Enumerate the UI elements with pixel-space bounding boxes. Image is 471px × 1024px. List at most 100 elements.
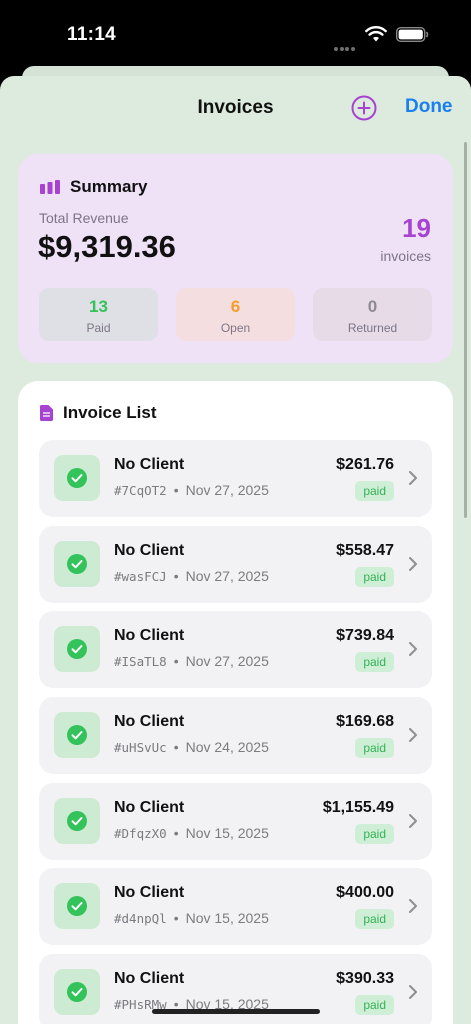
invoice-list-card: Invoice List No Client #7CqOT2 • Nov 27, 2… [18,381,453,1024]
stat-open: 6 Open [176,288,295,341]
invoice-amount: $400.00 [336,884,394,901]
invoice-id: #uHSvUc [114,740,167,755]
chevron-right-icon [409,814,417,828]
invoice-row[interactable]: No Client #ISaTL8 • Nov 27, 2025 $739.84 p… [39,611,432,688]
invoice-date: Nov 27, 2025 [185,568,269,584]
invoice-count-label: invoices [380,248,431,264]
invoice-meta: #uHSvUc • Nov 24, 2025 [114,739,269,755]
chevron-right-icon [409,728,417,742]
status-time: 11:14 [67,24,117,45]
invoice-meta: #d4npQl • Nov 15, 2025 [114,910,269,926]
invoice-meta: #7CqOT2 • Nov 27, 2025 [114,482,269,498]
checkmark-circle-icon [67,896,87,916]
invoice-id: #DfqzX0 [114,826,167,841]
cellular-signal-icon [334,38,358,51]
add-invoice-button[interactable] [351,95,377,121]
chevron-right-icon [409,642,417,656]
invoice-count: 19 [402,213,431,243]
meta-separator: • [173,825,179,841]
checkmark-circle-icon [67,982,87,1002]
invoice-client: No Client [114,884,185,901]
invoice-client: No Client [114,542,185,559]
invoice-amount: $261.76 [336,456,394,473]
invoice-row[interactable]: No Client #wasFCJ • Nov 27, 2025 $558.47 p… [39,526,432,603]
invoice-date: Nov 15, 2025 [185,910,269,926]
invoice-id: #wasFCJ [114,569,167,584]
invoice-row[interactable]: No Client #7CqOT2 • Nov 27, 2025 $261.76 p… [39,440,432,517]
invoice-id: #7CqOT2 [114,483,167,498]
checkmark-circle-icon [67,811,87,831]
invoice-date: Nov 27, 2025 [185,653,269,669]
chevron-right-icon [409,899,417,913]
status-badge: paid [355,481,394,501]
invoice-id: #ISaTL8 [114,654,167,669]
document-icon [40,405,53,421]
invoice-amount: $1,155.49 [322,799,394,816]
done-button[interactable]: Done [405,96,453,118]
invoice-date: Nov 24, 2025 [185,739,269,755]
stat-returned-value: 0 [367,297,378,316]
meta-separator: • [173,910,179,926]
status-badge: paid [355,909,394,929]
summary-title: Summary [70,177,148,196]
stat-open-label: Open [220,321,251,335]
checkmark-circle-icon [67,725,87,745]
invoice-amount: $558.47 [336,542,394,559]
total-revenue-label: Total Revenue [39,210,129,226]
meta-separator: • [173,739,179,755]
status-icon-box [54,626,100,672]
status-icon-box [54,455,100,501]
invoice-client: No Client [114,627,185,644]
status-badge: paid [355,652,394,672]
invoice-row[interactable]: No Client #d4npQl • Nov 15, 2025 $400.00 p… [39,868,432,945]
nav-title: Invoices [197,97,274,118]
summary-card: Summary Total Revenue $9,319.36 19 invoi… [18,154,453,363]
total-revenue-value: $9,319.36 [38,229,176,264]
meta-separator: • [173,482,179,498]
chevron-right-icon [409,985,417,999]
status-badge: paid [355,567,394,587]
chevron-right-icon [409,557,417,571]
invoice-amount: $739.84 [336,627,394,644]
checkmark-circle-icon [67,468,87,488]
battery-icon [396,27,429,42]
wifi-icon [365,26,387,42]
stat-paid-value: 13 [89,297,108,316]
invoice-row[interactable]: No Client #uHSvUc • Nov 24, 2025 $169.68 p… [39,697,432,774]
meta-separator: • [173,568,179,584]
invoice-client: No Client [114,456,185,473]
invoice-client: No Client [114,970,185,987]
stat-paid: 13 Paid [39,288,158,341]
invoice-meta: #DfqzX0 • Nov 15, 2025 [114,825,269,841]
invoice-date: Nov 27, 2025 [185,482,269,498]
bar-chart-icon [40,180,60,194]
status-badge: paid [355,738,394,758]
invoice-id: #d4npQl [114,911,167,926]
checkmark-circle-icon [67,554,87,574]
home-indicator[interactable] [152,1009,320,1014]
status-icon-box [54,883,100,929]
status-icon-box [54,969,100,1015]
status-bar: 11:14 [0,0,471,70]
invoice-row[interactable]: No Client #DfqzX0 • Nov 15, 2025 $1,155.49… [39,783,432,860]
invoice-amount: $390.33 [336,970,394,987]
invoice-date: Nov 15, 2025 [185,825,269,841]
stat-returned: 0 Returned [313,288,432,341]
invoice-amount: $169.68 [336,713,394,730]
invoice-client: No Client [114,713,185,730]
stat-paid-label: Paid [86,321,111,335]
invoice-meta: #ISaTL8 • Nov 27, 2025 [114,653,269,669]
meta-separator: • [173,653,179,669]
scroll-indicator[interactable] [464,142,467,518]
invoice-meta: #wasFCJ • Nov 27, 2025 [114,568,269,584]
stat-returned-label: Returned [347,321,398,335]
invoice-list-title: Invoice List [63,403,157,422]
status-icon-box [54,541,100,587]
status-badge: paid [355,824,394,844]
status-icon-box [54,798,100,844]
checkmark-circle-icon [67,639,87,659]
status-badge: paid [355,995,394,1015]
chevron-right-icon [409,471,417,485]
status-icon-box [54,712,100,758]
invoice-client: No Client [114,799,185,816]
